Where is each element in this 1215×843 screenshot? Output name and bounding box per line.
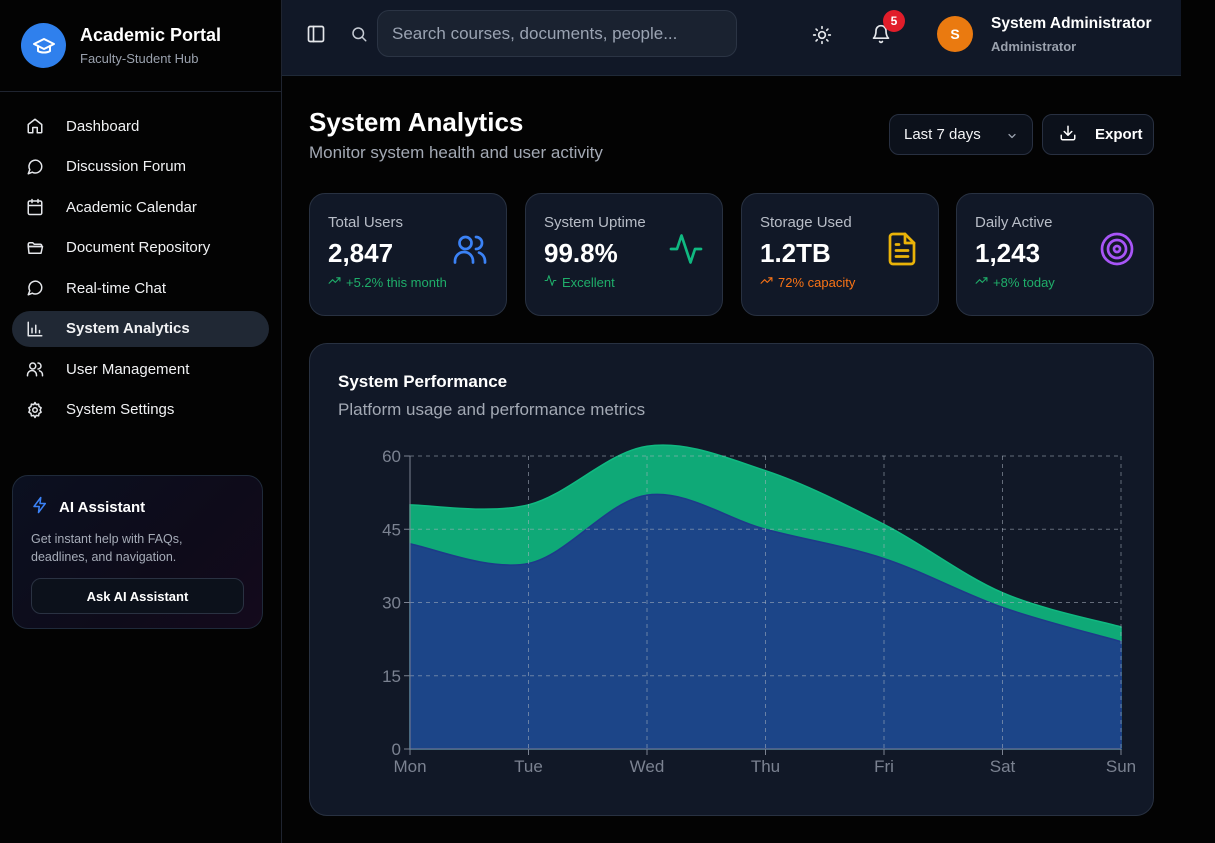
avatar[interactable]: S [937,16,973,52]
bar-chart-icon [25,319,45,339]
sidebar-item-user-management[interactable]: User Management [12,351,269,387]
ai-assistant-header: AI Assistant [31,496,244,518]
stat-note: Excellent [544,274,704,290]
sidebar-item-label: System Analytics [66,320,190,337]
x-tick-label: Wed [630,757,665,776]
export-label: Export [1095,126,1143,143]
search-icon [350,25,368,48]
app-root: Academic Portal Faculty-Student Hub Dash… [0,0,1215,843]
stat-note-text: +5.2% this month [346,274,447,290]
date-range-value: Last 7 days [904,126,981,143]
y-tick-label: 30 [382,594,401,613]
x-tick-label: Fri [874,757,894,776]
ai-assistant-title: AI Assistant [59,498,146,516]
sidebar-item-label: Dashboard [66,117,140,135]
sidebar-item-system-settings[interactable]: System Settings [12,392,269,428]
stat-note-text: +8% today [993,274,1055,290]
date-range-select[interactable]: Last 7 days [889,114,1033,155]
sidebar-item-system-analytics[interactable]: System Analytics [12,310,269,347]
stat-label: System Uptime [544,214,646,231]
sidebar-item-document-repository[interactable]: Document Repository [12,230,269,266]
export-button[interactable]: Export [1042,114,1154,155]
activity-icon [668,231,704,272]
performance-area-chart: 015304560Mon Tue Wed Thu Fri Sat Sun [382,444,1136,776]
page-title: System Analytics [309,107,524,137]
message-circle-icon [25,278,45,298]
brand-title: Academic Portal [80,25,222,45]
sidebar-item-label: System Settings [66,401,175,418]
x-tick-label: Sun [1106,757,1136,776]
sidebar: Academic Portal Faculty-Student Hub Dash… [0,0,282,843]
home-icon [25,116,45,136]
sidebar-item-label: Academic Calendar [66,198,197,216]
users-icon [452,231,488,272]
system-performance-card: System Performance Platform usage and pe… [309,343,1154,816]
stat-note-text: 72% capacity [778,274,856,290]
trending-up-icon [760,274,778,290]
sidebar-item-label: Real-time Chat [66,279,167,297]
x-tick-label: Thu [751,757,780,776]
graduation-cap-icon [21,23,66,68]
notification-badge: 5 [883,10,905,32]
y-tick-label: 45 [382,520,401,539]
y-tick-label: 15 [382,667,401,686]
user-role: Administrator [991,39,1077,54]
calendar-icon [25,197,45,217]
sidebar-item-label: User Management [66,360,190,378]
ai-assistant-card: AI Assistant Get instant help with FAQs,… [12,475,263,629]
stat-label: Daily Active [975,214,1053,231]
brand-subtitle: Faculty-Student Hub [80,51,199,66]
sidebar-item-discussion-forum[interactable]: Discussion Forum [12,149,269,185]
stat-card-daily-active: Daily Active 1,243 +8% today [956,193,1154,316]
sidebar-item-label: Document Repository [66,239,211,256]
sidebar-toggle-icon[interactable] [306,24,326,49]
users-icon [25,359,45,379]
target-icon [1099,231,1135,272]
stat-note: 72% capacity [760,274,920,290]
sidebar-item-academic-calendar[interactable]: Academic Calendar [12,189,269,225]
ai-assistant-description: Get instant help with FAQs, deadlines, a… [31,532,183,564]
x-tick-label: Mon [393,757,426,776]
stat-card-storage-used: Storage Used 1.2TB 72% capacity [741,193,939,316]
stat-note-text: Excellent [562,274,615,290]
download-icon [1059,124,1095,146]
y-tick-label: 60 [382,447,401,466]
message-circle-icon [25,157,45,177]
folder-icon [25,238,45,258]
activity-icon [544,274,562,290]
top-header: Search courses, documents, people... 5 S… [282,0,1181,76]
x-tick-label: Tue [514,757,543,776]
stat-card-system-uptime: System Uptime 99.8% Excellent [525,193,723,316]
sidebar-item-label: Discussion Forum [66,158,187,175]
sidebar-nav: Dashboard Discussion Forum Academic Cale… [0,92,281,428]
sun-icon[interactable] [812,25,832,50]
lightning-icon [31,496,59,518]
stat-note: +8% today [975,274,1135,290]
trending-up-icon [975,274,993,290]
ask-ai-button[interactable]: Ask AI Assistant [31,578,244,614]
x-tick-label: Sat [990,757,1016,776]
page-subtitle: Monitor system health and user activity [309,143,603,162]
stat-label: Total Users [328,214,404,231]
user-name: System Administrator [991,15,1152,32]
brand: Academic Portal Faculty-Student Hub [0,0,281,92]
stat-card-total-users: Total Users 2,847 +5.2% this month [309,193,507,316]
file-text-icon [884,231,920,272]
stat-note: +5.2% this month [328,274,488,290]
trending-up-icon [328,274,346,290]
gear-icon [25,400,45,420]
sidebar-item-dashboard[interactable]: Dashboard [12,108,269,144]
stat-label: Storage Used [760,214,852,231]
search-input[interactable]: Search courses, documents, people... [377,10,737,57]
sidebar-item-real-time-chat[interactable]: Real-time Chat [12,270,269,306]
